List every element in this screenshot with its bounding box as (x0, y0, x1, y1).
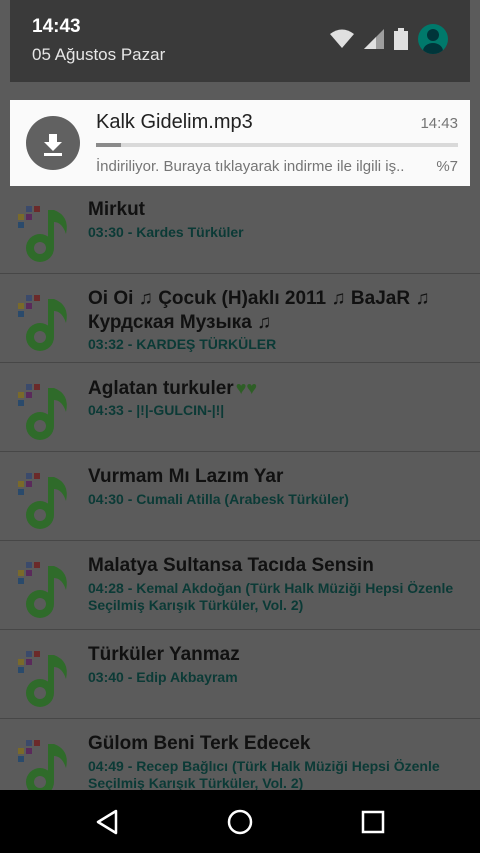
music-note-icon (18, 384, 67, 440)
notification-percent: %7 (436, 158, 458, 175)
list-item[interactable]: Oi Oi ♫ Çocuk (H)aklı 2011 ♫ BaJaR ♫ Кур… (0, 275, 480, 363)
back-button[interactable] (87, 804, 127, 840)
music-note-icon (18, 562, 67, 618)
download-notification[interactable]: Kalk Gidelim.mp3 14:43 İndiriliyor. Bura… (10, 100, 470, 186)
notification-text: İndiriliyor. Buraya tıklayarak indirme i… (96, 158, 405, 175)
recents-button[interactable] (353, 804, 393, 840)
download-icon (26, 116, 80, 170)
battery-icon (394, 28, 408, 50)
song-title: Vurmam Mı Lazım Yar (88, 466, 284, 487)
song-title: Türküler Yanmaz (88, 644, 240, 665)
song-title-text: Aglatan turkuler (88, 378, 234, 399)
back-icon (96, 809, 118, 835)
home-icon (227, 809, 253, 835)
download-progress-bar (96, 143, 458, 147)
music-note-icon (18, 740, 67, 790)
song-title: Mirkut (88, 199, 145, 220)
heart-icon: ♥♥ (235, 378, 258, 398)
song-title: Oi Oi ♫ Çocuk (H)aklı 2011 ♫ BaJaR ♫ Кур… (88, 288, 430, 333)
song-subtitle: 04:49 - Recep Bağlıcı (Türk Halk Müziği … (88, 758, 440, 790)
song-subtitle: 03:32 - KARDEŞ TÜRKÜLER (88, 336, 277, 352)
status-time: 14:43 (32, 16, 81, 37)
download-progress-fill (96, 143, 122, 147)
notification-shade-header[interactable]: 14:43 05 Ağustos Pazar (10, 0, 470, 82)
navigation-bar (0, 790, 480, 853)
home-button[interactable] (220, 804, 260, 840)
list-item[interactable]: Aglatan turkuler ♥♥ 04:33 - |!|-GULCIN-|!… (0, 364, 480, 452)
song-subtitle: 03:40 - Edip Akbayram (88, 669, 238, 685)
notification-time: 14:43 (420, 115, 458, 132)
song-subtitle: 04:28 - Kemal Akdoğan (Türk Halk Müziği … (88, 580, 454, 613)
list-item[interactable]: Türküler Yanmaz 03:40 - Edip Akbayram (0, 631, 480, 719)
list-item[interactable]: Gülom Beni Terk Edecek 04:49 - Recep Bağ… (0, 720, 480, 790)
list-item[interactable]: Malatya Sultansa Tacıda Sensin 04:28 - K… (0, 542, 480, 630)
song-title: Aglatan turkuler ♥♥ (88, 376, 470, 401)
song-title: Gülom Beni Terk Edecek (88, 733, 311, 754)
song-subtitle: 03:30 - Kardes Türküler (88, 224, 244, 240)
account-icon[interactable] (418, 24, 448, 54)
song-subtitle: 04:30 - Cumali Atilla (Arabesk Türküler) (88, 491, 349, 507)
music-note-icon (18, 295, 67, 351)
list-item[interactable]: Mirkut 03:30 - Kardes Türküler (0, 186, 480, 274)
signal-icon (364, 29, 384, 49)
list-item[interactable]: Vurmam Mı Lazım Yar 04:30 - Cumali Atill… (0, 453, 480, 541)
status-icons (330, 24, 448, 54)
music-note-icon (18, 473, 67, 529)
recents-icon (361, 810, 385, 834)
status-date[interactable]: 05 Ağustos Pazar (32, 45, 165, 65)
music-note-icon (18, 651, 67, 707)
song-title: Malatya Sultansa Tacıda Sensin (88, 555, 374, 576)
music-note-icon (18, 206, 67, 262)
wifi-icon (330, 29, 354, 48)
song-subtitle: 04:33 - |!|-GULCIN-|!| (88, 402, 225, 418)
notification-title: Kalk Gidelim.mp3 (96, 111, 253, 133)
